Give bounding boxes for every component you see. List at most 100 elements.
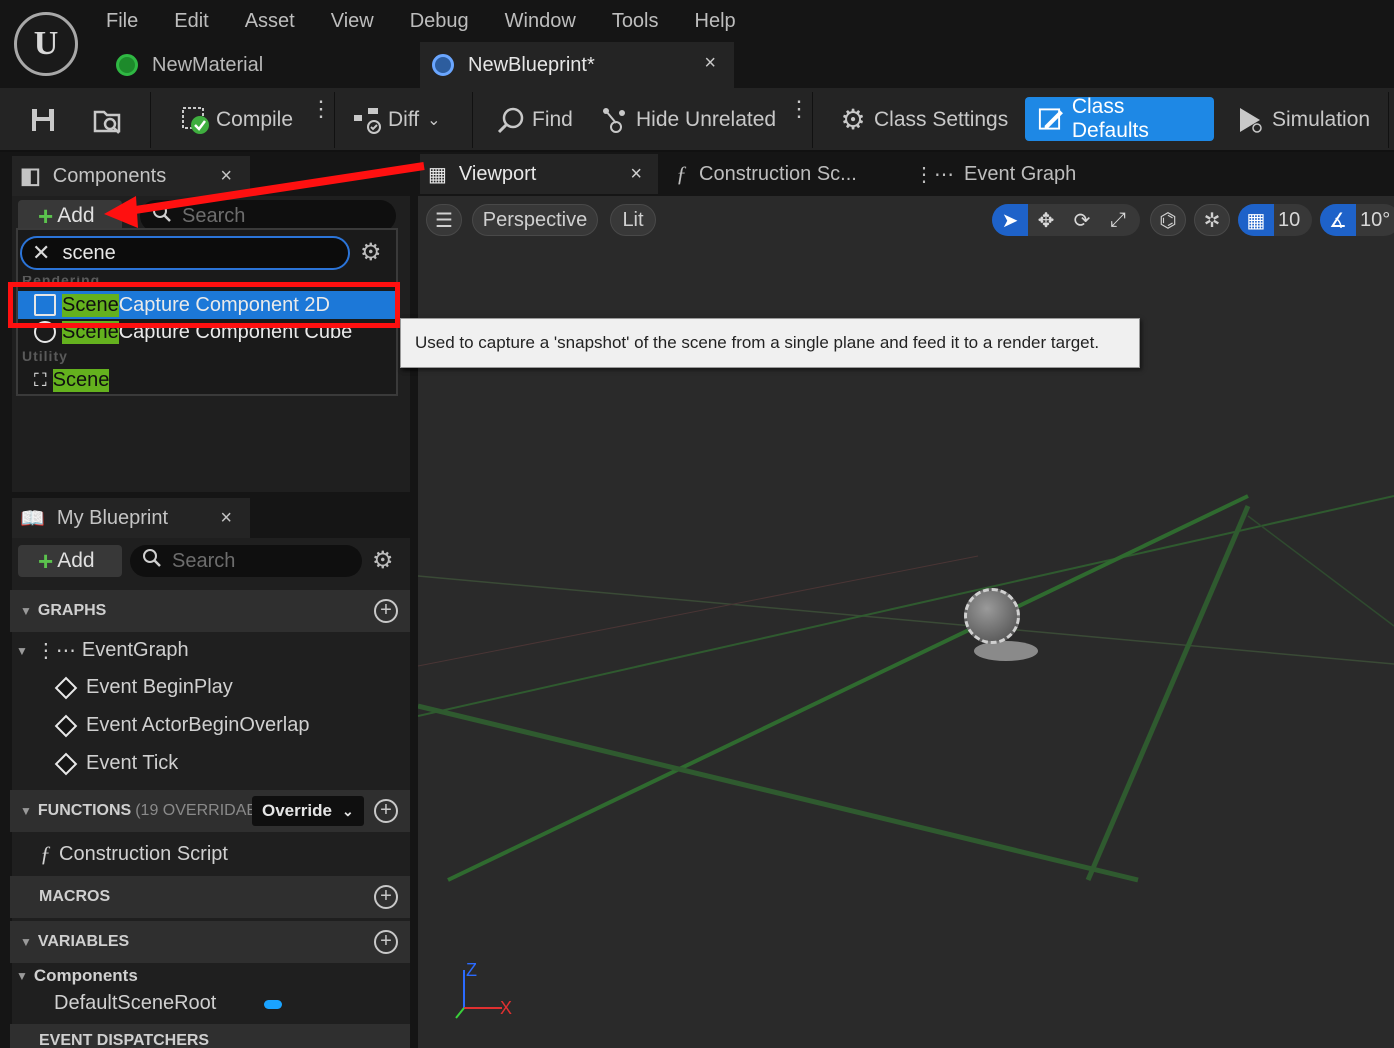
add-variable-icon[interactable]: + — [374, 930, 398, 954]
close-icon[interactable]: × — [704, 52, 716, 75]
tree-event-graph[interactable]: ▼ ⋮⋯ EventGraph — [16, 638, 189, 663]
gear-icon[interactable]: ⚙ — [372, 546, 394, 575]
transform-tools: ➤ ✥ ⟳ ⤢ — [992, 204, 1140, 236]
menu-tools[interactable]: Tools — [594, 6, 677, 38]
tab-event-graph[interactable]: ⋮⋯ Event Graph — [910, 154, 1130, 194]
add-function-icon[interactable]: + — [374, 799, 398, 823]
menu-view[interactable]: View — [313, 6, 392, 38]
class-settings-label: Class Settings — [874, 108, 1009, 131]
tab-viewport[interactable]: ▦ Viewport × — [420, 154, 658, 194]
function-icon: ƒ — [40, 841, 51, 866]
section-event-dispatchers[interactable]: EVENT DISPATCHERS — [10, 1024, 410, 1048]
class-settings-button[interactable]: ⚙ Class Settings — [838, 96, 1008, 144]
save-button[interactable] — [28, 96, 64, 144]
move-tool-icon[interactable]: ✥ — [1028, 204, 1064, 236]
scene-root-shadow — [974, 641, 1038, 661]
unreal-logo-icon[interactable]: U — [14, 12, 78, 76]
tree-event-actorbeginoverlap[interactable]: Event ActorBeginOverlap — [54, 714, 309, 737]
grid-snap-icon[interactable]: ▦ — [1238, 204, 1274, 236]
section-macros[interactable]: MACROS + — [10, 876, 410, 918]
section-graphs-label: GRAPHS — [37, 602, 107, 619]
component-filter-input[interactable]: ✕ scene — [20, 236, 350, 270]
menu-asset[interactable]: Asset — [227, 6, 313, 38]
tab-new-material[interactable]: NewMaterial — [104, 42, 418, 88]
menu-file[interactable]: File — [88, 6, 156, 38]
scene-root-sphere-icon[interactable] — [964, 588, 1020, 644]
axis-x-label: X — [500, 998, 513, 1018]
viewport-options-button[interactable]: ☰ — [426, 204, 462, 236]
components-icon: ◧ — [20, 163, 41, 188]
add-macro-icon[interactable]: + — [374, 885, 398, 909]
tab-event-graph-label: Event Graph — [964, 162, 1077, 185]
collapse-arrow-icon: ▼ — [16, 969, 28, 983]
rotation-snap-value: 10° — [1360, 208, 1391, 231]
component-tooltip-overlay: Used to capture a 'snapshot' of the scen… — [400, 318, 1140, 368]
rotation-snap-icon[interactable]: ∡ — [1320, 204, 1356, 236]
lit-label: Lit — [622, 208, 644, 231]
tree-default-scene-root[interactable]: DefaultSceneRoot — [54, 992, 216, 1015]
tab-viewport-label: Viewport — [458, 162, 537, 185]
class-defaults-label: Class Defaults — [1071, 95, 1149, 142]
browse-button[interactable] — [92, 96, 128, 144]
rotate-tool-icon[interactable]: ⟳ — [1064, 204, 1100, 236]
add-graph-icon[interactable]: + — [374, 599, 398, 623]
close-icon[interactable]: × — [220, 165, 232, 188]
diff-button[interactable]: Diff ⌄ — [352, 96, 441, 144]
rotation-snap-control[interactable]: ∡ 10° — [1320, 204, 1394, 236]
plus-icon: + — [38, 201, 54, 231]
menu-help[interactable]: Help — [677, 6, 754, 38]
tree-components-category[interactable]: ▼ Components — [16, 966, 138, 986]
my-blueprint-search-input[interactable]: Search — [130, 545, 362, 577]
simulation-button[interactable]: Simulation — [1236, 96, 1370, 144]
coordinate-system-button[interactable]: ⌬ — [1150, 204, 1186, 236]
hide-unrelated-button[interactable]: Hide Unrelated — [600, 96, 776, 144]
editor-tabs: ▦ Viewport × ƒ Construction Sc... ⋮⋯ Eve… — [416, 154, 1394, 194]
tab-components[interactable]: ◧ Components × — [12, 156, 250, 196]
grid-snap-control[interactable]: ▦ 10 — [1238, 204, 1312, 236]
scale-tool-icon[interactable]: ⤢ — [1100, 204, 1136, 236]
menu-debug[interactable]: Debug — [392, 6, 487, 38]
override-dropdown[interactable]: Override ⌄ — [252, 796, 364, 826]
event-icon — [54, 714, 78, 737]
my-blueprint-add-button[interactable]: + Add — [18, 545, 122, 577]
tab-new-blueprint[interactable]: NewBlueprint* × — [420, 42, 734, 88]
section-variables[interactable]: ▼ VARIABLES + — [10, 921, 410, 963]
axis-z-label: Z — [466, 960, 477, 980]
compile-button[interactable]: Compile — [180, 96, 293, 144]
tab-construction-label: Construction Sc... — [699, 162, 857, 185]
perspective-button[interactable]: Perspective — [472, 204, 598, 236]
event-label: Event Tick — [86, 752, 179, 774]
hide-unrelated-options-icon[interactable]: ⋮ — [788, 98, 810, 120]
title-bar: U File Edit Asset View Debug Window Tool… — [0, 0, 1394, 88]
menu-window[interactable]: Window — [487, 6, 594, 38]
lit-button[interactable]: Lit — [610, 204, 656, 236]
select-tool-icon[interactable]: ➤ — [992, 204, 1028, 236]
tree-event-tick[interactable]: Event Tick — [54, 752, 179, 775]
close-icon[interactable]: × — [220, 507, 232, 530]
scene-component-icon: ⛶ — [34, 369, 47, 390]
event-graph-label: EventGraph — [81, 639, 189, 661]
list-item-scene[interactable]: ⛶ Scene — [18, 366, 396, 394]
find-label: Find — [532, 108, 573, 131]
section-functions-label: FUNCTIONS — [37, 802, 132, 819]
viewport-icon: ▦ — [428, 163, 447, 186]
toolbar-divider — [334, 92, 335, 148]
toolbar-divider — [472, 92, 473, 148]
find-button[interactable]: Find — [496, 96, 573, 144]
menu-edit[interactable]: Edit — [156, 6, 226, 38]
toolbar: Compile ⋮ Diff ⌄ Find Hide Unrelated ⋮ ⚙… — [0, 88, 1394, 152]
functions-count: (19 OVERRIDABL — [135, 802, 266, 819]
tab-my-blueprint[interactable]: 📖 My Blueprint × — [12, 498, 250, 538]
compile-options-icon[interactable]: ⋮ — [310, 98, 332, 120]
section-macros-label: MACROS — [39, 888, 111, 905]
surface-snap-button[interactable]: ✲ — [1194, 204, 1230, 236]
clear-icon[interactable]: ✕ — [32, 240, 50, 266]
tree-event-beginplay[interactable]: Event BeginPlay — [54, 676, 233, 699]
tab-construction-script[interactable]: ƒ Construction Sc... — [670, 154, 898, 194]
close-icon[interactable]: × — [630, 163, 642, 186]
tree-construction-script[interactable]: ƒ Construction Script — [40, 841, 228, 867]
section-variables-label: VARIABLES — [37, 933, 130, 950]
gear-icon[interactable]: ⚙ — [360, 238, 382, 267]
class-defaults-button[interactable]: Class Defaults — [1025, 95, 1214, 142]
section-graphs[interactable]: ▼ GRAPHS + — [10, 590, 410, 632]
